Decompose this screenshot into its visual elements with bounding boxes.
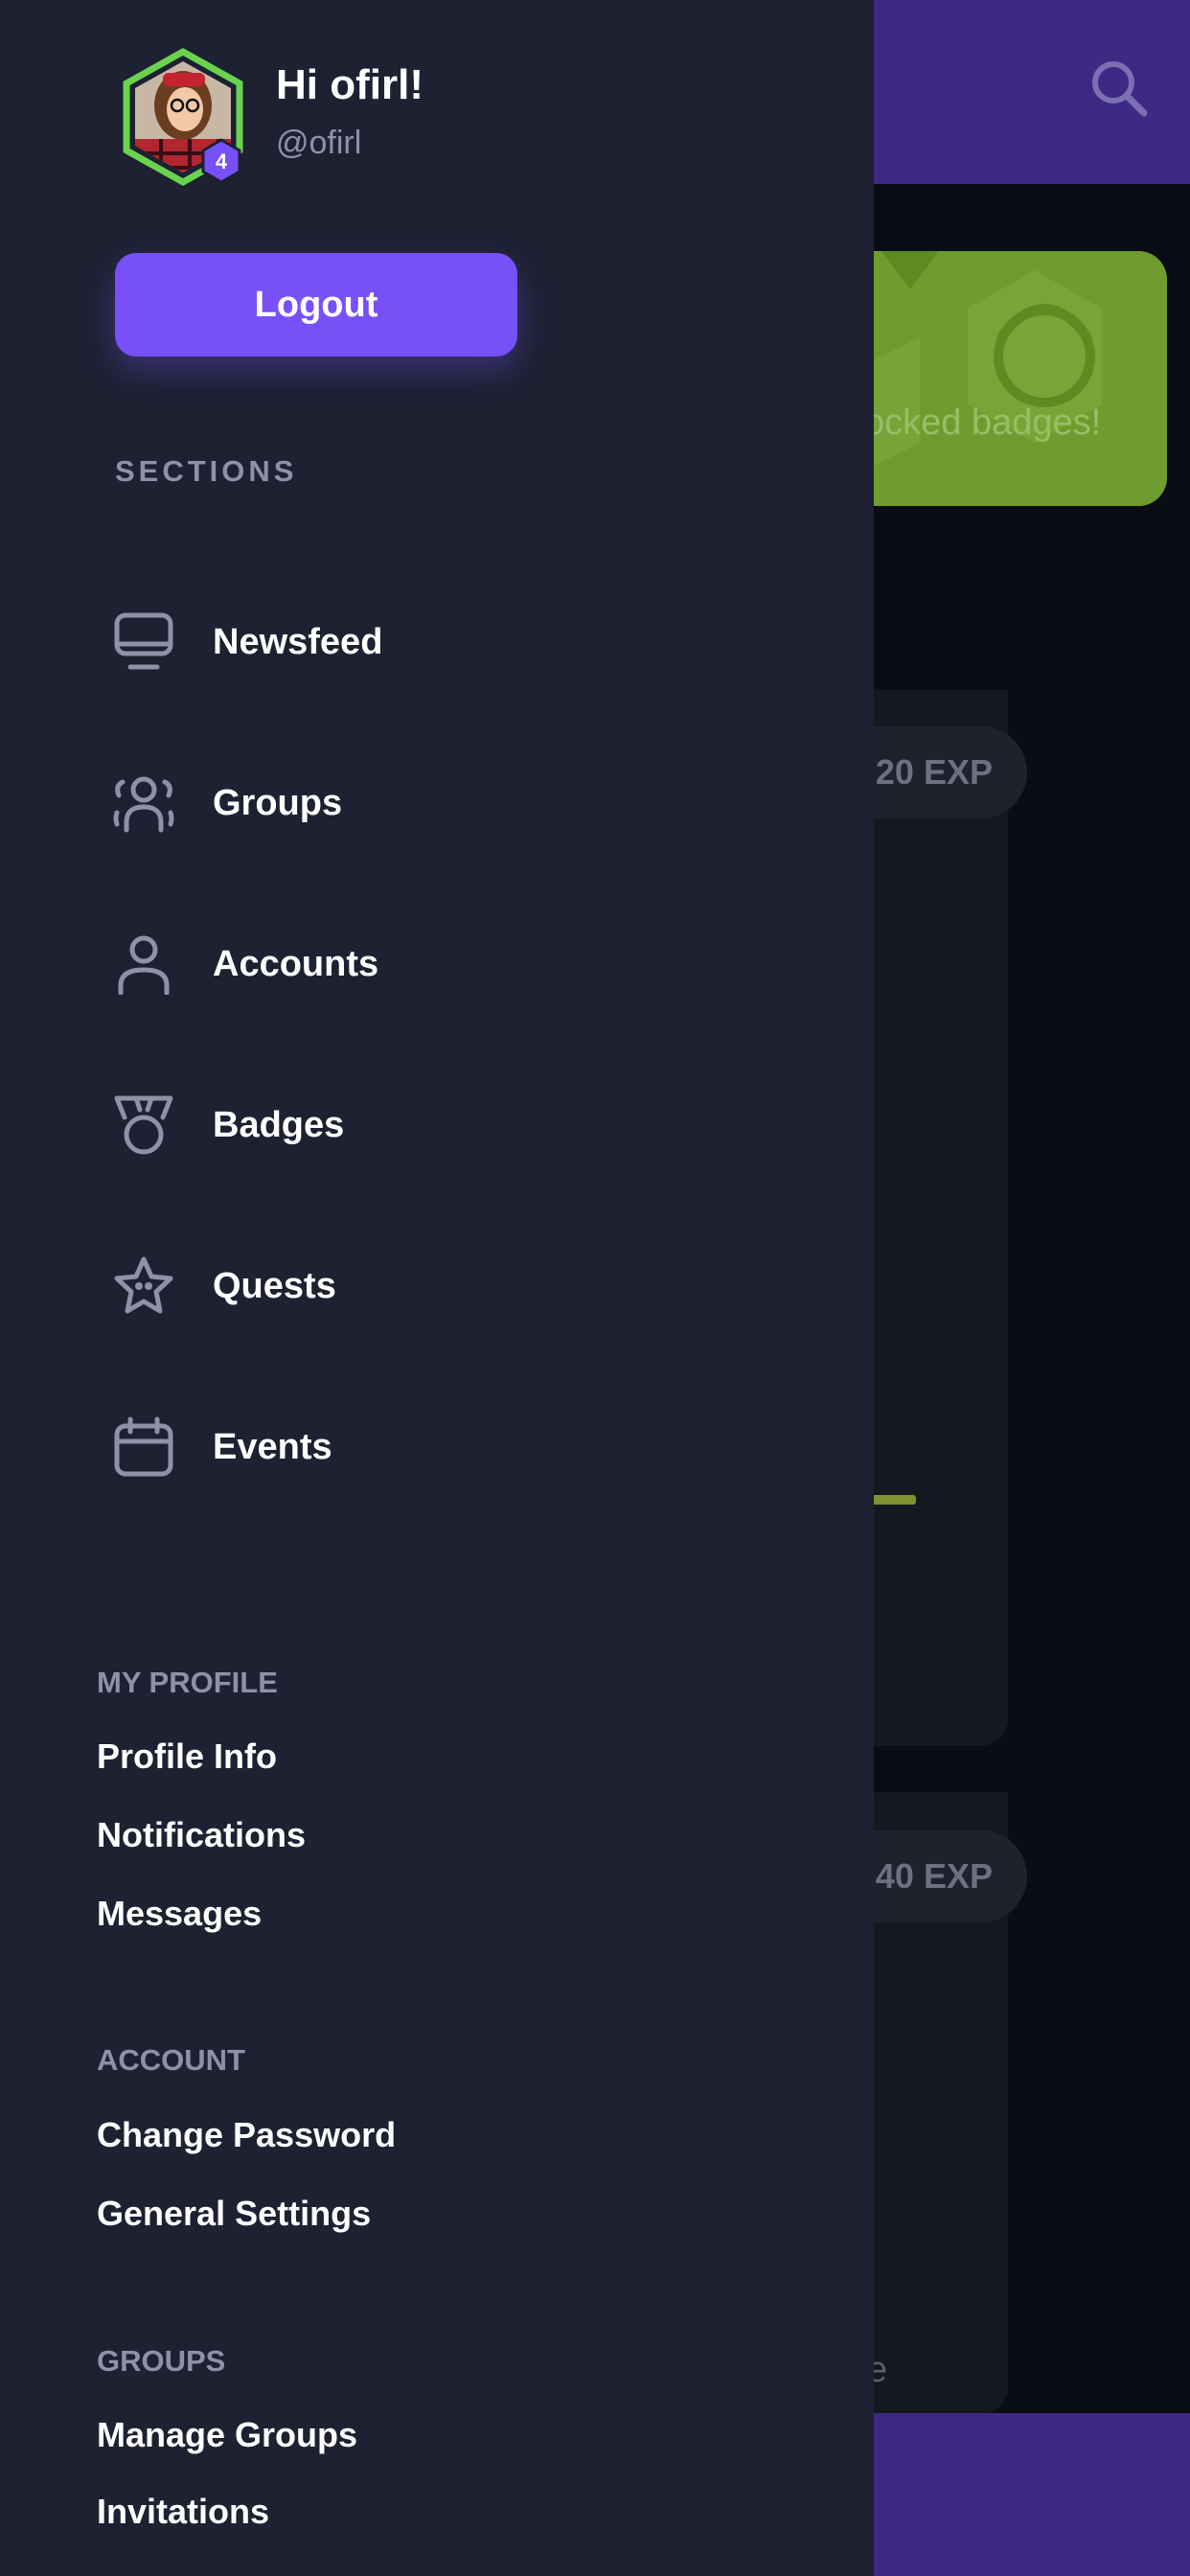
nav-item-badges[interactable]: Badges — [113, 1077, 726, 1173]
notifications-link[interactable]: Notifications — [97, 1815, 306, 1855]
my-profile-heading: MY PROFILE — [97, 1666, 278, 1699]
nav-item-label: Newsfeed — [213, 621, 383, 662]
banner-illustration — [824, 251, 1167, 506]
change-password-link[interactable]: Change Password — [97, 2115, 396, 2155]
nav-item-label: Events — [213, 1426, 332, 1467]
greeting: Hi ofirl! — [276, 61, 423, 108]
badges-banner — [824, 251, 1167, 506]
nav-item-newsfeed[interactable]: Newsfeed — [113, 594, 726, 690]
nav-item-groups[interactable]: Groups — [113, 755, 726, 851]
medal-icon — [113, 1094, 174, 1156]
group-icon — [113, 772, 174, 834]
nav-item-label: Quests — [213, 1265, 336, 1306]
navigation-drawer: 4 Hi ofirl! @ofirl Logout SECTIONS Newsf… — [0, 0, 874, 2576]
nav-item-label: Badges — [213, 1104, 345, 1145]
monitor-icon — [113, 611, 174, 673]
account-heading: ACCOUNT — [97, 2043, 245, 2077]
search-icon[interactable] — [1088, 58, 1150, 124]
level-badge: 4 — [216, 150, 228, 173]
nav-item-label: Groups — [213, 782, 343, 823]
banner-text: ocked badges! — [864, 402, 1102, 443]
nav-item-quests[interactable]: Quests — [113, 1238, 726, 1334]
calendar-icon — [113, 1416, 174, 1478]
nav-item-accounts[interactable]: Accounts — [113, 916, 726, 1012]
sections-heading: SECTIONS — [115, 454, 298, 488]
messages-link[interactable]: Messages — [97, 1894, 262, 1934]
profile-info-link[interactable]: Profile Info — [97, 1736, 277, 1777]
logout-button[interactable]: Logout — [115, 253, 517, 356]
general-settings-link[interactable]: General Settings — [97, 2194, 371, 2234]
username-handle: @ofirl — [276, 125, 362, 161]
nav-item-label: Accounts — [213, 943, 379, 984]
invitations-link[interactable]: Invitations — [97, 2492, 269, 2532]
groups-heading: GROUPS — [97, 2344, 226, 2378]
star-icon — [113, 1255, 174, 1317]
user-icon — [113, 933, 174, 995]
avatar[interactable]: 4 — [113, 47, 253, 192]
nav-item-events[interactable]: Events — [113, 1399, 726, 1495]
manage-groups-link[interactable]: Manage Groups — [97, 2415, 357, 2455]
